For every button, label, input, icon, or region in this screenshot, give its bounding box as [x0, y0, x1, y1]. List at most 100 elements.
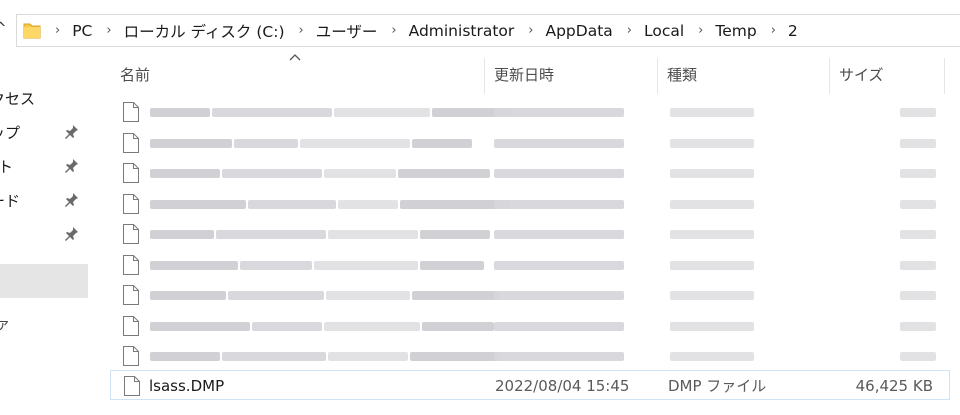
obscured-file-name	[222, 169, 322, 178]
breadcrumb: › PC › ローカル ディスク (C:) › ユーザー › Administrator › Ap…	[45, 15, 798, 46]
document-icon	[123, 193, 139, 214]
column-header-date[interactable]: 更新日時	[494, 60, 554, 90]
file-row-obscured[interactable]	[110, 158, 950, 188]
pin-icon	[65, 125, 78, 139]
file-date: 2022/08/04 15:45	[495, 377, 630, 395]
document-icon	[123, 285, 139, 305]
obscured-file-name	[228, 291, 324, 300]
address-bar-area: ^ › PC › ローカル ディスク (C:) › ユーザー › Administrator ›…	[0, 0, 960, 52]
breadcrumb-item[interactable]: Local	[644, 22, 684, 40]
breadcrumb-separator-icon[interactable]: ›	[771, 23, 776, 38]
file-row-obscured[interactable]	[110, 219, 950, 249]
document-icon	[123, 346, 139, 366]
obscured-file-size	[900, 352, 936, 361]
obscured-file-name	[150, 199, 246, 209]
obscured-file-name	[328, 352, 408, 361]
obscured-file-type	[670, 138, 754, 148]
obscured-file-date	[494, 230, 624, 239]
obscured-file-size	[900, 230, 936, 239]
obscured-file-name	[326, 291, 410, 300]
obscured-file-date	[494, 108, 624, 117]
nav-item-label: クセス	[0, 90, 36, 108]
obscured-file-name	[324, 169, 396, 178]
obscured-file-date	[494, 199, 624, 209]
breadcrumb-separator-icon[interactable]: ›	[106, 23, 111, 38]
file-type: DMP ファイル	[668, 377, 767, 395]
nav-item-label: ップ	[0, 124, 21, 142]
column-divider[interactable]	[944, 58, 945, 94]
sort-ascending-icon	[289, 54, 301, 61]
obscured-file-size	[900, 321, 936, 331]
breadcrumb-separator-icon[interactable]: ›	[698, 23, 703, 38]
obscured-file-name	[300, 138, 410, 148]
document-icon	[123, 254, 139, 275]
obscured-file-name	[222, 352, 326, 361]
document-icon	[123, 132, 139, 153]
obscured-file-date	[494, 260, 624, 270]
obscured-file-name	[240, 260, 312, 270]
obscured-file-date	[494, 291, 624, 300]
obscured-file-size	[900, 138, 936, 148]
column-divider[interactable]	[657, 58, 658, 94]
nav-item-desktop[interactable]: ップ	[0, 116, 90, 150]
obscured-file-name	[234, 138, 298, 148]
breadcrumb-separator-icon[interactable]: ›	[55, 23, 60, 38]
breadcrumb-separator-icon[interactable]: ›	[627, 23, 632, 38]
breadcrumb-item[interactable]: Temp	[715, 22, 756, 40]
column-divider[interactable]	[484, 58, 485, 94]
obscured-file-name	[150, 230, 214, 239]
obscured-file-name	[410, 352, 500, 361]
obscured-file-name	[150, 138, 232, 148]
file-row-obscured[interactable]	[110, 189, 950, 219]
obscured-file-name	[338, 199, 398, 209]
breadcrumb-item[interactable]: ユーザー	[316, 20, 378, 42]
obscured-file-name	[422, 321, 494, 331]
obscured-file-name	[150, 108, 210, 117]
breadcrumb-separator-icon[interactable]: ›	[299, 23, 304, 38]
breadcrumb-item[interactable]: 2	[788, 22, 798, 40]
nav-item-selected[interactable]	[0, 264, 88, 298]
document-icon	[123, 315, 139, 336]
obscured-file-name	[212, 108, 332, 117]
column-header-size[interactable]: サイズ	[839, 60, 884, 90]
file-row-obscured[interactable]	[110, 311, 950, 341]
file-row-obscured[interactable]	[110, 341, 950, 371]
obscured-file-name	[420, 260, 484, 270]
nav-item-quick-access[interactable]: クセス	[0, 82, 90, 116]
column-divider[interactable]	[829, 58, 830, 94]
breadcrumb-item[interactable]: Administrator	[409, 22, 515, 40]
obscured-file-name	[150, 352, 220, 361]
obscured-file-name	[412, 291, 500, 300]
obscured-file-name	[328, 230, 418, 239]
pin-icon	[65, 159, 78, 173]
file-row-obscured[interactable]	[110, 128, 950, 158]
column-header-name[interactable]: 名前	[120, 60, 150, 90]
document-icon	[123, 163, 139, 183]
file-size: 46,425 KB	[855, 377, 933, 395]
file-row-obscured[interactable]	[110, 280, 950, 310]
obscured-file-date	[494, 169, 624, 178]
obscured-file-type	[670, 108, 754, 117]
obscured-file-size	[900, 169, 936, 178]
file-row-lsass[interactable]: lsass.DMP 2022/08/04 15:45 DMP ファイル 46,4…	[110, 370, 950, 400]
obscured-file-size	[900, 291, 936, 300]
up-arrow-icon[interactable]: ^	[0, 18, 12, 38]
breadcrumb-item[interactable]: PC	[72, 22, 92, 40]
file-row-obscured[interactable]	[110, 250, 950, 280]
nav-item-pictures[interactable]	[0, 218, 90, 252]
obscured-file-type	[670, 321, 754, 331]
breadcrumb-separator-icon[interactable]: ›	[391, 23, 396, 38]
document-icon	[123, 102, 139, 122]
address-bar[interactable]: › PC › ローカル ディスク (C:) › ユーザー › Administrator › Ap…	[16, 14, 960, 47]
breadcrumb-separator-icon[interactable]: ›	[528, 23, 533, 38]
breadcrumb-item[interactable]: AppData	[545, 22, 612, 40]
nav-item-partial[interactable]: ァ	[0, 314, 10, 334]
obscured-file-type	[670, 230, 754, 239]
nav-item-downloads[interactable]: ード	[0, 184, 90, 218]
column-header-type[interactable]: 種類	[667, 60, 697, 90]
breadcrumb-item[interactable]: ローカル ディスク (C:)	[124, 20, 285, 42]
obscured-file-name	[314, 260, 418, 270]
file-row-obscured[interactable]	[110, 97, 950, 127]
folder-icon	[23, 23, 41, 39]
nav-item-documents[interactable]: ト	[0, 150, 90, 184]
